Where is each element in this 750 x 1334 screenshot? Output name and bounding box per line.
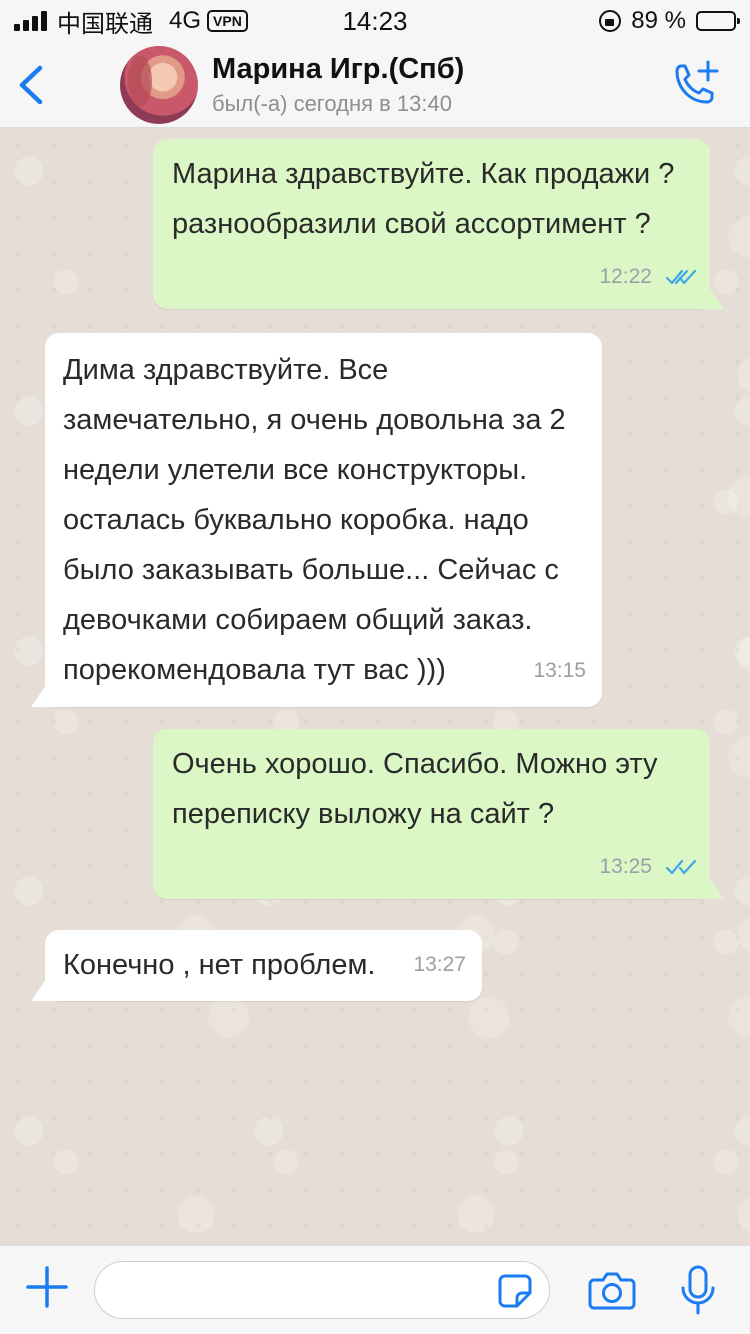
- orientation-lock-icon: [599, 10, 622, 32]
- plus-icon[interactable]: [26, 1266, 68, 1308]
- double-check-read-icon: [666, 269, 696, 285]
- message-incoming[interactable]: Конечно , нет проблем. 13:27: [45, 930, 482, 1001]
- chat-messages-area[interactable]: Марина здравствуйте. Как продажи ? разно…: [0, 128, 750, 1245]
- chevron-left-icon[interactable]: [14, 62, 50, 108]
- contact-name[interactable]: Марина Игр.(Спб): [212, 52, 464, 86]
- status-right: 89 %: [599, 6, 740, 36]
- message-input[interactable]: [94, 1261, 550, 1319]
- battery-percent: 89 %: [631, 7, 686, 34]
- battery-icon: [696, 11, 740, 31]
- message-meta: 12:22: [599, 265, 696, 289]
- network-type: 4G: [169, 7, 202, 34]
- status-bar: 中国联通 4G VPN 14:23 89 %: [0, 0, 750, 42]
- vpn-badge: VPN: [207, 10, 248, 32]
- last-seen-status: был(-а) сегодня в 13:40: [212, 91, 452, 116]
- message-time: 13:25: [599, 855, 652, 878]
- message-outgoing[interactable]: Очень хорошо. Спасибо. Можно эту перепис…: [153, 729, 710, 899]
- message-time: 13:15: [533, 659, 586, 682]
- message-meta: 13:27: [413, 953, 466, 977]
- message-text: Дима здравствуйте. Все замечательно, я о…: [63, 354, 566, 686]
- message-text: Очень хорошо. Спасибо. Можно эту перепис…: [172, 748, 658, 830]
- input-bar: [0, 1245, 750, 1334]
- message-incoming[interactable]: Дима здравствуйте. Все замечательно, я о…: [45, 333, 602, 707]
- message-time: 13:27: [413, 953, 466, 976]
- double-check-read-icon: [666, 859, 696, 875]
- message-text: Конечно , нет проблем.: [63, 949, 376, 981]
- message-meta: 13:25: [599, 855, 696, 879]
- add-call-icon[interactable]: [668, 58, 720, 110]
- message-time: 12:22: [599, 265, 652, 288]
- chat-header: Марина Игр.(Спб) был(-а) сегодня в 13:40: [0, 42, 750, 128]
- camera-icon[interactable]: [588, 1268, 636, 1312]
- sticker-icon[interactable]: [497, 1273, 533, 1309]
- status-left: 中国联通 4G VPN: [14, 6, 248, 38]
- microphone-icon[interactable]: [678, 1264, 718, 1316]
- signal-strength-icon: [14, 11, 47, 31]
- carrier-name: 中国联通: [57, 10, 153, 38]
- message-outgoing[interactable]: Марина здравствуйте. Как продажи ? разно…: [153, 139, 710, 309]
- message-meta: 13:15: [533, 659, 586, 683]
- message-text: Марина здравствуйте. Как продажи ? разно…: [172, 158, 675, 240]
- contact-avatar[interactable]: [120, 46, 198, 124]
